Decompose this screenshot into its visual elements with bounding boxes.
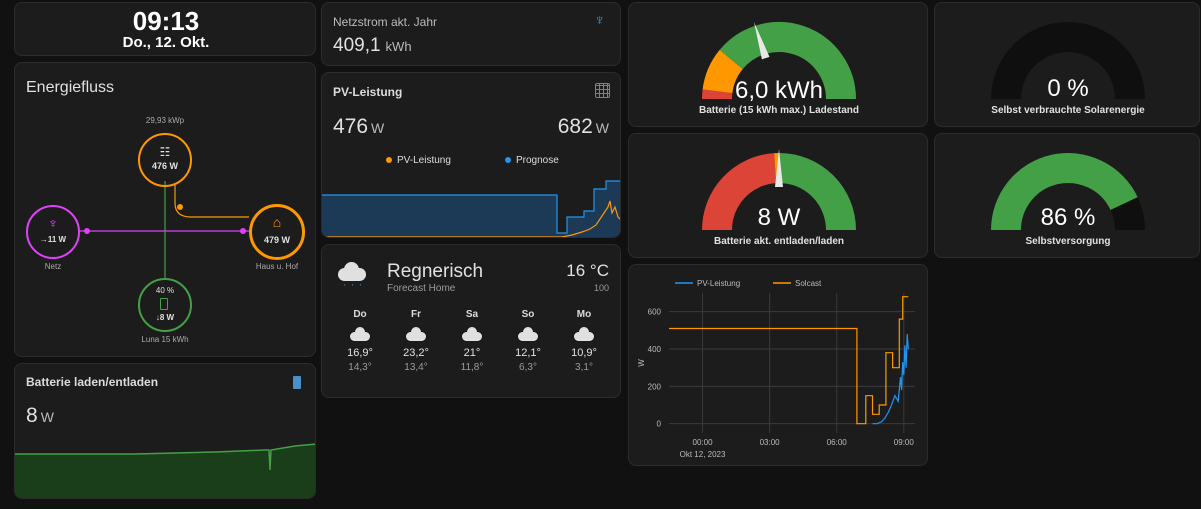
self-consumption-gauge-card[interactable]: 0 % Selbst verbrauchte Solarenergie	[934, 2, 1200, 127]
solar-home-line	[174, 184, 249, 218]
grid-energy-card[interactable]: Netzstrom akt. Jahr ♆ 409,1 kWh	[321, 2, 621, 66]
clock-card: 09:13 Do., 12. Okt.	[14, 2, 316, 56]
series-line-1	[669, 296, 909, 425]
battery-charge-unit: W	[40, 409, 54, 425]
grid-energy-value: 409,1 kWh	[333, 35, 412, 57]
grid-value: →11 W	[39, 235, 67, 244]
solar-panel-icon	[595, 83, 610, 98]
solar-value: 476 W	[151, 161, 178, 171]
weather-extra: 100	[593, 283, 609, 293]
forecast-day-4: Mo 10,9° 3,1°	[571, 309, 597, 373]
home-value: 479 W	[263, 235, 290, 245]
pv-value-1: 476 W	[333, 115, 384, 139]
y-tick-label-0: 0	[657, 420, 662, 429]
solar-top-label: 29,93 kWp	[145, 116, 185, 125]
rain-cloud-icon	[462, 327, 482, 341]
pv-power-title: PV-Leistung	[333, 85, 403, 99]
pv-value-2: 682 W	[558, 115, 609, 139]
self-sufficiency-value: 86 %	[1040, 204, 1096, 231]
x-tick-label-1: 03:00	[760, 438, 781, 447]
forecast-day-0: Do 16,9° 14,3°	[347, 309, 373, 373]
y-tick-label-2: 400	[648, 345, 662, 354]
forecast-row: Do 16,9° 14,3° Fr 23,2° 13,4° Sa 21° 11,…	[335, 309, 611, 389]
rain-cloud-icon: ' ' '	[335, 260, 369, 292]
weather-temperature: 16 °C	[566, 261, 609, 280]
pv-solcast-chart-card[interactable]: 0 200 400 600 00:00 03:00 06:00 09:00 Okt 12, 20…	[628, 264, 928, 466]
x-sublabel: Okt 12, 2023	[680, 450, 726, 459]
battery-icon	[293, 376, 301, 389]
y-tick-label-1: 200	[648, 382, 662, 391]
grid-node[interactable]: ♆ →11 W	[26, 205, 80, 259]
battery-icon	[160, 298, 168, 310]
battery-label: Luna 15 kWh	[141, 335, 189, 344]
flow-dot-solar	[177, 204, 183, 210]
transmission-tower-icon: ♆	[47, 215, 59, 231]
grid-energy-title: Netzstrom akt. Jahr	[333, 15, 438, 29]
legend-label-0: PV-Leistung	[697, 279, 740, 288]
battery-sparkline	[15, 443, 315, 498]
x-tick-label-3: 09:00	[894, 438, 915, 447]
series-line-0	[872, 334, 909, 425]
clock-date: Do., 12. Okt.	[122, 34, 210, 51]
x-tick-label-2: 06:00	[827, 438, 848, 447]
flow-dot-home	[240, 228, 246, 234]
pv-value-2-unit: W	[595, 120, 609, 136]
home-icon: ⌂	[272, 214, 282, 230]
grid-label: Netz	[44, 262, 62, 271]
forecast-day-3: So 12,1° 6,3°	[515, 309, 541, 373]
y-tick-label-3: 600	[648, 308, 662, 317]
solar-panel-icon: ☷	[159, 145, 171, 159]
rain-cloud-icon	[518, 327, 538, 341]
home-node[interactable]: ⌂ 479 W	[249, 204, 305, 260]
pv-value-2-number: 682	[557, 115, 593, 138]
x-tick-label-0: 00:00	[693, 438, 714, 447]
grid-energy-number: 409,1	[333, 35, 381, 56]
battery-value: ↓8 W	[155, 313, 175, 322]
forecast-day-2: Sa 21° 11,8°	[460, 309, 484, 373]
self-sufficiency-gauge-card[interactable]: 86 % Selbstversorgung	[934, 133, 1200, 258]
battery-level-gauge-card[interactable]: 6,0 kWh Batterie (15 kWh max.) Ladestand	[628, 2, 928, 127]
home-label: Haus u. Hof	[255, 262, 299, 271]
legend-forecast[interactable]: Prognose	[505, 155, 559, 166]
battery-level-label: Batterie (15 kWh max.) Ladestand	[698, 105, 860, 116]
flow-dot-grid	[84, 228, 90, 234]
y-axis-label: W	[637, 359, 646, 367]
pv-power-card[interactable]: PV-Leistung 476 W 682 W PV-Leistung Progno…	[321, 72, 621, 238]
self-sufficiency-label: Selbstversorgung	[1025, 236, 1111, 247]
battery-power-label: Batterie akt. entladen/laden	[713, 236, 845, 247]
weather-condition: Regnerisch	[387, 261, 484, 282]
battery-percent: 40 %	[155, 286, 175, 295]
legend-label-1: Solcast	[795, 279, 822, 288]
cloud-icon	[406, 327, 426, 341]
battery-charge-title: Batterie laden/entladen	[26, 375, 159, 389]
forecast-day-1: Fr 23,2° 13,4°	[403, 309, 429, 373]
battery-level-value: 6,0 kWh	[734, 77, 824, 104]
pv-solcast-chart: 0 200 400 600 00:00 03:00 06:00 09:00 Okt 12, 20…	[637, 279, 915, 459]
battery-node[interactable]: 40 % ↓8 W	[138, 278, 192, 332]
rain-cloud-icon	[350, 327, 370, 341]
pv-sparkline	[322, 180, 620, 237]
battery-power-gauge-card[interactable]: 8 W Batterie akt. entladen/laden	[628, 133, 928, 258]
battery-charge-card[interactable]: Batterie laden/entladen 8W	[14, 363, 316, 499]
transmission-tower-icon: ♆	[594, 12, 606, 29]
pv-value-1-unit: W	[371, 120, 385, 136]
grid-energy-unit: kWh	[385, 39, 412, 54]
battery-charge-value: 8W	[26, 404, 54, 428]
clock-time: 09:13	[132, 6, 200, 36]
energy-flow-card[interactable]: Energiefluss 29,93 kWp ☷ 476 W ♆ →11 W N…	[14, 62, 316, 357]
solar-node[interactable]: ☷ 476 W	[138, 133, 192, 187]
self-consumption-value: 0 %	[1047, 75, 1089, 102]
pv-value-1-number: 476	[333, 115, 369, 138]
battery-power-value: 8 W	[757, 204, 801, 231]
legend-pv[interactable]: PV-Leistung	[386, 155, 451, 166]
cloud-icon	[574, 327, 594, 341]
weather-source: Forecast Home	[387, 283, 456, 294]
weather-card[interactable]: ' ' ' Regnerisch Forecast Home 16 °C 100…	[321, 244, 621, 398]
self-consumption-label: Selbst verbrauchte Solarenergie	[991, 105, 1145, 116]
battery-charge-number: 8	[26, 404, 38, 427]
